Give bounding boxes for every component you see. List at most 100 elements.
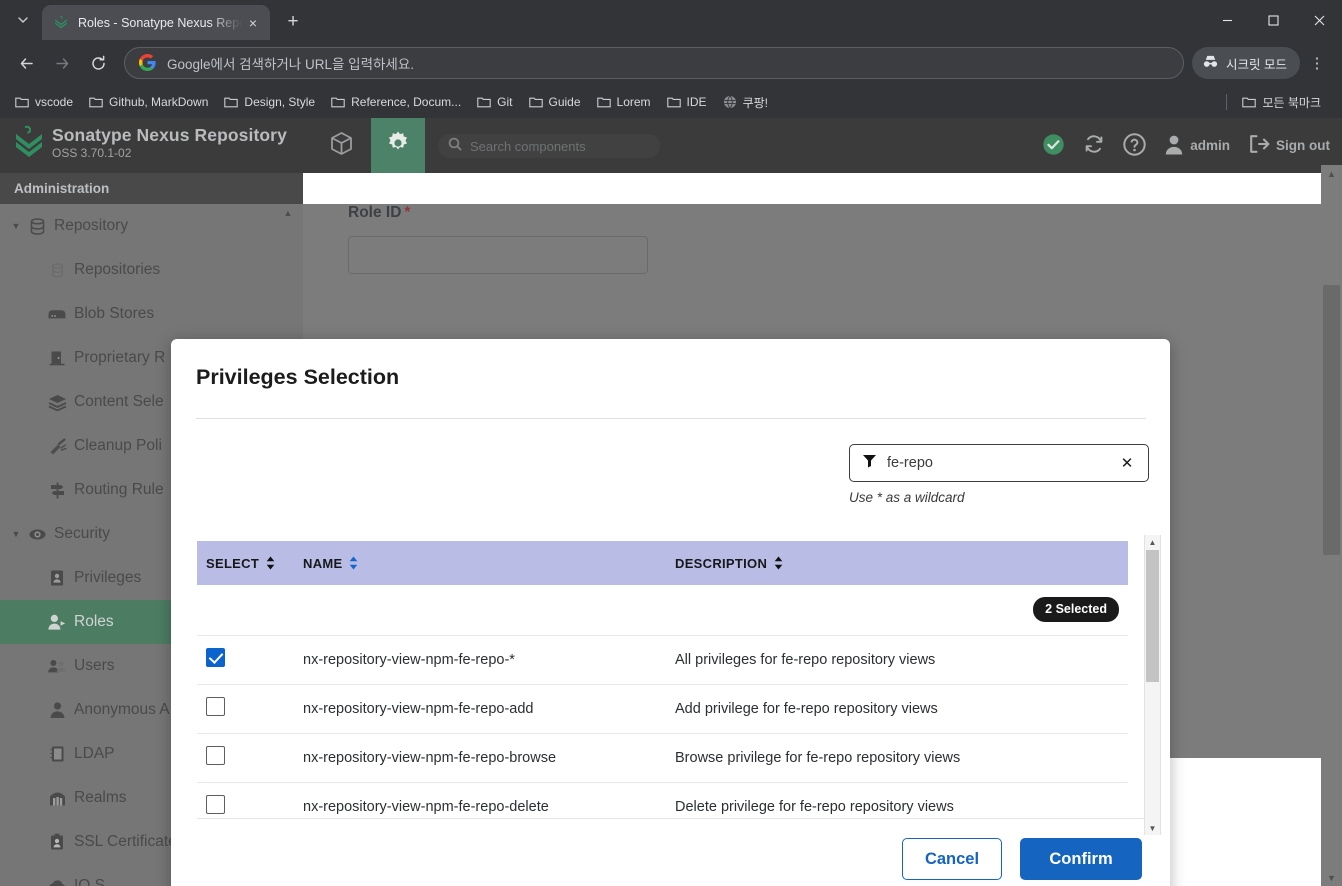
- bookmark-label: Git: [497, 95, 513, 109]
- forward-icon[interactable]: [46, 47, 78, 79]
- reload-icon[interactable]: [82, 47, 114, 79]
- bookmark-label: 쿠팡!: [742, 95, 768, 110]
- row-select-cell[interactable]: [197, 733, 303, 783]
- window-minimize-button[interactable]: [1204, 0, 1250, 40]
- table-row[interactable]: nx-repository-view-npm-fe-repo-* All pri…: [197, 635, 1128, 685]
- folder-icon: [477, 96, 491, 108]
- back-icon[interactable]: [10, 47, 42, 79]
- row-select-cell[interactable]: [197, 782, 303, 818]
- tab-search-button[interactable]: [6, 4, 40, 36]
- bookmark-item[interactable]: Github, MarkDown: [82, 90, 215, 114]
- row-checkbox[interactable]: [206, 746, 225, 765]
- row-name-cell: nx-repository-view-npm-fe-repo-delete: [303, 782, 675, 818]
- row-checkbox[interactable]: [206, 648, 225, 667]
- window-close-button[interactable]: [1296, 0, 1342, 40]
- row-checkbox[interactable]: [206, 795, 225, 814]
- bookmarks-bar: vscode Github, MarkDown Design, Style Re…: [0, 86, 1342, 118]
- all-bookmarks-label: 모든 북마크: [1262, 95, 1321, 110]
- filter-icon: [862, 453, 877, 473]
- row-description-cell: Delete privilege for fe-repo repository …: [675, 782, 1128, 818]
- clear-filter-icon[interactable]: ✕: [1116, 452, 1138, 474]
- omnibox[interactable]: Google에서 검색하거나 URL을 입력하세요.: [124, 47, 1185, 79]
- row-name-cell: nx-repository-view-npm-fe-repo-add: [303, 684, 675, 734]
- browser-chrome: Roles - Sonatype Nexus Repos × + Google에…: [0, 0, 1342, 118]
- bookmark-label: Lorem: [616, 95, 651, 109]
- filter-hint: Use * as a wildcard: [849, 490, 965, 505]
- incognito-indicator[interactable]: 시크릿 모드: [1192, 47, 1300, 79]
- row-select-cell[interactable]: [197, 684, 303, 734]
- modal-footer: Cancel Confirm: [902, 838, 1142, 880]
- window-maximize-button[interactable]: [1250, 0, 1296, 40]
- sort-icon: [266, 556, 275, 570]
- table-body: 2 Selected nx-repository-view-npm-fe-rep…: [197, 585, 1128, 818]
- browser-tab[interactable]: Roles - Sonatype Nexus Repos ×: [42, 5, 270, 40]
- table-scrollbar[interactable]: ▲ ▼: [1144, 535, 1161, 835]
- bookmark-label: IDE: [686, 95, 707, 109]
- table-scroll-thumb[interactable]: [1146, 550, 1159, 682]
- row-checkbox[interactable]: [206, 697, 225, 716]
- folder-icon: [224, 96, 239, 108]
- table-row[interactable]: nx-repository-view-npm-fe-repo-delete De…: [197, 782, 1128, 818]
- modal-backdrop: Privileges Selection fe-repo ✕ Use * as …: [0, 118, 1342, 886]
- folder-icon: [89, 96, 103, 108]
- cancel-button[interactable]: Cancel: [902, 838, 1002, 880]
- bookmark-item[interactable]: Git: [470, 90, 519, 114]
- tab-close-icon[interactable]: ×: [242, 12, 264, 34]
- row-description-cell: Browse privilege for fe-repo repository …: [675, 733, 1128, 783]
- filter-value: fe-repo: [887, 455, 933, 471]
- sort-icon-active: [349, 556, 358, 570]
- filter-input[interactable]: fe-repo ✕: [849, 444, 1149, 482]
- bookmark-label: Github, MarkDown: [109, 95, 209, 109]
- table-scroll-down-icon[interactable]: ▼: [1145, 821, 1160, 835]
- bookmark-item[interactable]: Reference, Docum...: [324, 90, 468, 114]
- selected-count-cell-description: 2 Selected: [675, 585, 1128, 636]
- tab-title: Roles - Sonatype Nexus Repos: [78, 15, 242, 30]
- table-header-row: SELECT NAME DESCRIPTION: [197, 541, 1128, 585]
- bookmark-item[interactable]: Lorem: [590, 90, 658, 114]
- privileges-table-wrapper: SELECT NAME DESCRIPTION 2 Selected nx-re…: [197, 541, 1144, 819]
- row-description-cell: Add privilege for fe-repo repository vie…: [675, 684, 1128, 734]
- tab-strip: Roles - Sonatype Nexus Repos × +: [0, 0, 1342, 40]
- column-header-label: SELECT: [206, 555, 260, 571]
- filter-area: fe-repo ✕ Use * as a wildcard: [849, 444, 1149, 505]
- privileges-table: SELECT NAME DESCRIPTION 2 Selected nx-re…: [197, 541, 1128, 818]
- new-tab-button[interactable]: +: [280, 9, 306, 35]
- selected-count-cell-name: [303, 585, 675, 636]
- column-header-description[interactable]: DESCRIPTION: [675, 541, 1128, 585]
- confirm-button[interactable]: Confirm: [1020, 838, 1142, 880]
- status-badge: 2 Selected: [1033, 597, 1119, 622]
- browser-toolbar: Google에서 검색하거나 URL을 입력하세요. 시크릿 모드 ⋮: [0, 40, 1342, 86]
- modal-divider: [196, 418, 1146, 419]
- selected-count-row: 2 Selected: [197, 585, 1128, 636]
- globe-icon: [723, 95, 737, 109]
- nexus-favicon: [52, 14, 69, 31]
- column-header-select[interactable]: SELECT: [197, 541, 303, 585]
- table-head: SELECT NAME DESCRIPTION: [197, 541, 1128, 585]
- window-controls: [1204, 0, 1342, 40]
- folder-icon: [1242, 96, 1257, 108]
- row-select-cell[interactable]: [197, 635, 303, 685]
- bookmark-item[interactable]: 쿠팡!: [716, 90, 775, 114]
- folder-icon: [666, 96, 681, 108]
- folder-icon: [15, 96, 29, 108]
- row-description-cell: All privileges for fe-repo repository vi…: [675, 635, 1128, 685]
- table-row[interactable]: nx-repository-view-npm-fe-repo-add Add p…: [197, 684, 1128, 734]
- all-bookmarks-button[interactable]: 모든 북마크: [1235, 90, 1328, 114]
- column-header-label: NAME: [303, 555, 343, 571]
- bookmark-item[interactable]: IDE: [660, 90, 714, 114]
- incognito-icon: [1202, 54, 1226, 72]
- folder-icon: [331, 96, 345, 108]
- omnibox-text: Google에서 검색하거나 URL을 입력하세요.: [167, 57, 415, 72]
- browser-menu-icon[interactable]: ⋮: [1302, 47, 1332, 79]
- bookmark-item[interactable]: Design, Style: [217, 90, 322, 114]
- column-header-name[interactable]: NAME: [303, 541, 675, 585]
- bookmark-item[interactable]: vscode: [8, 90, 80, 114]
- privileges-selection-modal: Privileges Selection fe-repo ✕ Use * as …: [171, 339, 1170, 886]
- table-row[interactable]: nx-repository-view-npm-fe-repo-browse Br…: [197, 733, 1128, 783]
- modal-title: Privileges Selection: [196, 365, 400, 389]
- bookmark-label: Design, Style: [244, 95, 316, 109]
- table-scroll-up-icon[interactable]: ▲: [1145, 535, 1160, 549]
- bookmark-item[interactable]: Guide: [522, 90, 588, 114]
- folder-icon: [596, 96, 611, 108]
- folder-icon: [528, 96, 543, 108]
